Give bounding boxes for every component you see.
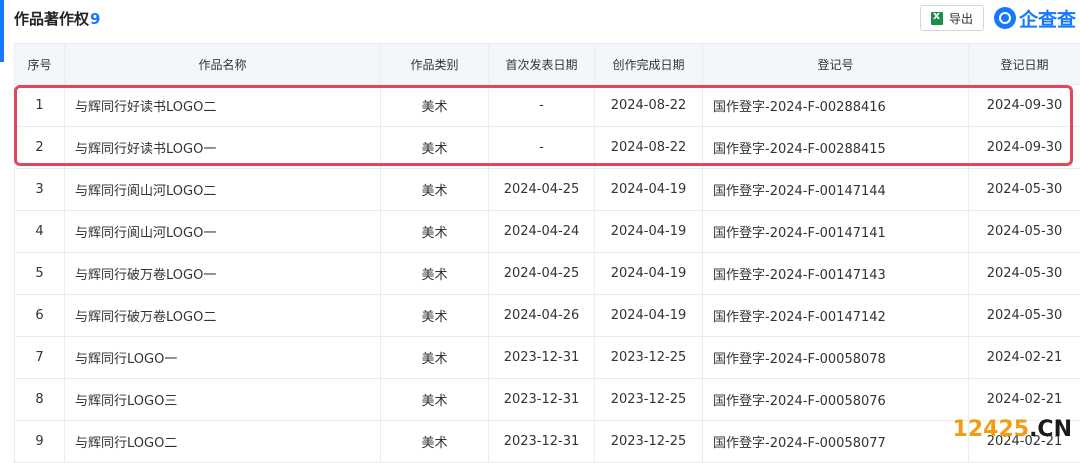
cell-category: 美术 <box>381 211 489 253</box>
cell-completed: 2024-08-22 <box>595 127 703 169</box>
left-accent-bar <box>0 0 4 62</box>
cell-reg-date: 2024-05-30 <box>969 169 1080 211</box>
cell-completed: 2024-04-19 <box>595 295 703 337</box>
cell-no: 3 <box>15 169 65 211</box>
cell-reg-no: 国作登字-2024-F-00147141 <box>703 211 969 253</box>
table-row: 4 与辉同行阆山河LOGO一 美术 2024-04-24 2024-04-19 … <box>15 211 1080 253</box>
cell-reg-date: 2024-05-30 <box>969 211 1080 253</box>
cell-work-name[interactable]: 与辉同行破万卷LOGO二 <box>65 295 381 337</box>
cell-work-name[interactable]: 与辉同行LOGO二 <box>65 421 381 463</box>
cell-completed: 2023-12-25 <box>595 337 703 379</box>
cell-no: 9 <box>15 421 65 463</box>
table-row: 7 与辉同行LOGO一 美术 2023-12-31 2023-12-25 国作登… <box>15 337 1080 379</box>
site-watermark: 12425.CN <box>953 417 1072 442</box>
export-button[interactable]: 导出 <box>920 5 984 31</box>
cell-category: 美术 <box>381 421 489 463</box>
cell-work-name[interactable]: 与辉同行LOGO三 <box>65 379 381 421</box>
column-header-no[interactable]: 序号 <box>15 44 65 85</box>
cell-category: 美术 <box>381 295 489 337</box>
cell-no: 6 <box>15 295 65 337</box>
cell-reg-date: 2024-09-30 <box>969 127 1080 169</box>
cell-category: 美术 <box>381 337 489 379</box>
watermark-domain: .CN <box>1029 417 1072 442</box>
copyright-table-container: 序号 作品名称 作品类别 首次发表日期 创作完成日期 登记号 登记日期 1 与辉… <box>14 43 1080 463</box>
copyright-table: 序号 作品名称 作品类别 首次发表日期 创作完成日期 登记号 登记日期 1 与辉… <box>14 43 1080 463</box>
section-header: 作品著作权9 导出 企查查 <box>14 0 1080 38</box>
cell-reg-date: 2024-02-21 <box>969 379 1080 421</box>
cell-work-name[interactable]: 与辉同行好读书LOGO二 <box>65 85 381 127</box>
cell-completed: 2023-12-25 <box>595 379 703 421</box>
column-header-reg-no[interactable]: 登记号 <box>703 44 969 85</box>
cell-reg-date: 2024-05-30 <box>969 295 1080 337</box>
cell-first-pub: 2024-04-24 <box>489 211 595 253</box>
excel-icon <box>931 12 943 25</box>
cell-no: 8 <box>15 379 65 421</box>
watermark-number: 12425 <box>953 417 1030 442</box>
cell-completed: 2024-04-19 <box>595 253 703 295</box>
cell-reg-date: 2024-05-30 <box>969 253 1080 295</box>
column-header-name[interactable]: 作品名称 <box>65 44 381 85</box>
cell-reg-no: 国作登字-2024-F-00147144 <box>703 169 969 211</box>
section-title: 作品著作权9 <box>14 8 100 29</box>
cell-reg-no: 国作登字-2024-F-00147143 <box>703 253 969 295</box>
table-row: 5 与辉同行破万卷LOGO一 美术 2024-04-25 2024-04-19 … <box>15 253 1080 295</box>
column-header-first-pub[interactable]: 首次发表日期 <box>489 44 595 85</box>
table-row: 9 与辉同行LOGO二 美术 2023-12-31 2023-12-25 国作登… <box>15 421 1080 463</box>
cell-first-pub: - <box>489 85 595 127</box>
cell-no: 5 <box>15 253 65 295</box>
cell-work-name[interactable]: 与辉同行阆山河LOGO二 <box>65 169 381 211</box>
cell-work-name[interactable]: 与辉同行好读书LOGO一 <box>65 127 381 169</box>
cell-first-pub: 2024-04-25 <box>489 253 595 295</box>
cell-reg-date: 2024-09-30 <box>969 85 1080 127</box>
table-row: 6 与辉同行破万卷LOGO二 美术 2024-04-26 2024-04-19 … <box>15 295 1080 337</box>
export-label: 导出 <box>949 10 973 27</box>
cell-first-pub: 2023-12-31 <box>489 379 595 421</box>
record-count: 9 <box>90 10 100 28</box>
cell-no: 1 <box>15 85 65 127</box>
brand-name: 企查查 <box>1019 5 1076 32</box>
cell-first-pub: 2023-12-31 <box>489 337 595 379</box>
cell-completed: 2024-08-22 <box>595 85 703 127</box>
cell-no: 2 <box>15 127 65 169</box>
table-row: 1 与辉同行好读书LOGO二 美术 - 2024-08-22 国作登字-2024… <box>15 85 1080 127</box>
cell-work-name[interactable]: 与辉同行阆山河LOGO一 <box>65 211 381 253</box>
cell-completed: 2024-04-19 <box>595 169 703 211</box>
cell-reg-date: 2024-02-21 <box>969 337 1080 379</box>
cell-reg-no: 国作登字-2024-F-00147142 <box>703 295 969 337</box>
table-header-row: 序号 作品名称 作品类别 首次发表日期 创作完成日期 登记号 登记日期 <box>15 44 1080 85</box>
cell-completed: 2023-12-25 <box>595 421 703 463</box>
cell-reg-no: 国作登字-2024-F-00288415 <box>703 127 969 169</box>
column-header-completed[interactable]: 创作完成日期 <box>595 44 703 85</box>
cell-completed: 2024-04-19 <box>595 211 703 253</box>
cell-first-pub: - <box>489 127 595 169</box>
cell-reg-no: 国作登字-2024-F-00288416 <box>703 85 969 127</box>
section-title-text: 作品著作权 <box>14 10 89 28</box>
cell-reg-no: 国作登字-2024-F-00058078 <box>703 337 969 379</box>
cell-first-pub: 2024-04-25 <box>489 169 595 211</box>
cell-reg-no: 国作登字-2024-F-00058077 <box>703 421 969 463</box>
column-header-category[interactable]: 作品类别 <box>381 44 489 85</box>
table-row: 8 与辉同行LOGO三 美术 2023-12-31 2023-12-25 国作登… <box>15 379 1080 421</box>
cell-first-pub: 2023-12-31 <box>489 421 595 463</box>
cell-category: 美术 <box>381 127 489 169</box>
cell-no: 4 <box>15 211 65 253</box>
cell-category: 美术 <box>381 379 489 421</box>
cell-work-name[interactable]: 与辉同行破万卷LOGO一 <box>65 253 381 295</box>
cell-reg-no: 国作登字-2024-F-00058076 <box>703 379 969 421</box>
cell-first-pub: 2024-04-26 <box>489 295 595 337</box>
table-row: 2 与辉同行好读书LOGO一 美术 - 2024-08-22 国作登字-2024… <box>15 127 1080 169</box>
cell-category: 美术 <box>381 169 489 211</box>
cell-no: 7 <box>15 337 65 379</box>
cell-category: 美术 <box>381 253 489 295</box>
cell-category: 美术 <box>381 85 489 127</box>
brand-logo: 企查查 <box>994 3 1076 33</box>
qichacha-logo-icon <box>994 7 1016 29</box>
cell-work-name[interactable]: 与辉同行LOGO一 <box>65 337 381 379</box>
column-header-reg-date[interactable]: 登记日期 <box>969 44 1080 85</box>
table-row: 3 与辉同行阆山河LOGO二 美术 2024-04-25 2024-04-19 … <box>15 169 1080 211</box>
